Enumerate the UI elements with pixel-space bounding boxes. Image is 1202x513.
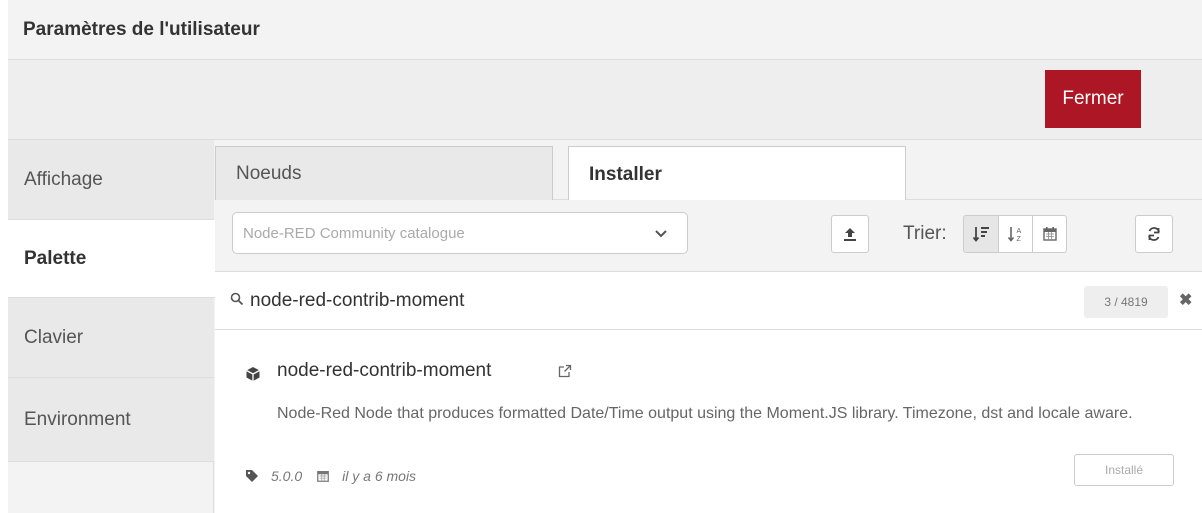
svg-text:Z: Z <box>1016 236 1021 243</box>
cube-icon <box>246 367 260 381</box>
sidebar-item-affichage[interactable]: Affichage <box>8 140 214 220</box>
catalogue-select-value: Node-RED Community catalogue <box>243 224 465 242</box>
search-icon <box>230 292 244 306</box>
sort-button-group: A Z <box>963 215 1067 253</box>
dialog-title: Paramètres de l'utilisateur <box>23 19 260 40</box>
upload-button[interactable] <box>831 215 869 253</box>
sort-date-button[interactable] <box>1033 215 1067 253</box>
tag-icon <box>246 470 258 482</box>
svg-text:A: A <box>1016 228 1021 235</box>
refresh-button[interactable] <box>1135 215 1173 253</box>
user-settings-dialog: Paramètres de l'utilisateur Fermer Affic… <box>8 0 1202 513</box>
package-version: 5.0.0 <box>271 468 303 484</box>
package-description: Node-Red Node that produces formatted Da… <box>277 405 1133 422</box>
package-updated: il y a 6 mois <box>342 468 417 484</box>
installed-button: Installé <box>1074 454 1174 486</box>
dialog-toolbar: Fermer <box>8 60 1202 140</box>
sidebar-item-environment[interactable]: Environment <box>8 378 214 462</box>
dialog-header: Paramètres de l'utilisateur <box>8 0 1202 60</box>
sidebar-item-clavier[interactable]: Clavier <box>8 298 214 378</box>
sort-alpha-icon: A Z <box>1007 227 1021 243</box>
sidebar-item-label: Affichage <box>24 168 103 190</box>
sidebar-item-palette[interactable]: Palette <box>8 220 215 298</box>
palette-tabs: Noeuds Installer <box>215 140 1202 202</box>
sort-relevance-button[interactable] <box>963 215 999 253</box>
result-count-badge: 3 / 4819 <box>1084 286 1168 318</box>
palette-panel: Noeuds Installer Node-RED Community cata… <box>215 140 1202 513</box>
external-link-icon[interactable] <box>558 364 572 378</box>
package-name-link[interactable]: node-red-contrib-moment <box>277 360 491 382</box>
sidebar-item-label: Environment <box>24 408 131 430</box>
sidebar-item-label: Palette <box>24 247 87 269</box>
tab-label: Noeuds <box>236 163 302 184</box>
refresh-icon <box>1148 227 1160 241</box>
sort-alpha-button[interactable]: A Z <box>999 215 1033 253</box>
upload-icon <box>844 228 856 241</box>
package-meta: 5.0.0 il y a 6 mois <box>245 466 416 486</box>
tab-label: Installer <box>589 163 662 185</box>
catalogue-select[interactable]: Node-RED Community catalogue <box>232 212 688 254</box>
search-input[interactable] <box>250 286 1070 316</box>
sort-relevance-icon <box>972 227 989 242</box>
tab-noeuds[interactable]: Noeuds <box>215 146 553 201</box>
filter-toolbar: Node-RED Community catalogue Trier: A Z <box>215 200 1202 272</box>
calendar-icon <box>317 471 330 482</box>
close-button[interactable]: Fermer <box>1045 70 1141 128</box>
list-item: node-red-contrib-moment Node-Red Node th… <box>215 330 1202 513</box>
search-bar: 3 / 4819 ✖ <box>215 272 1202 330</box>
settings-sidebar: Affichage Palette Clavier Environment <box>8 140 215 513</box>
tab-installer[interactable]: Installer <box>568 146 906 202</box>
chevron-down-icon <box>655 230 667 238</box>
sort-date-icon <box>1042 227 1057 241</box>
sidebar-item-label: Clavier <box>24 326 84 348</box>
clear-search-icon[interactable]: ✖ <box>1179 290 1192 310</box>
sort-label: Trier: <box>903 223 947 244</box>
